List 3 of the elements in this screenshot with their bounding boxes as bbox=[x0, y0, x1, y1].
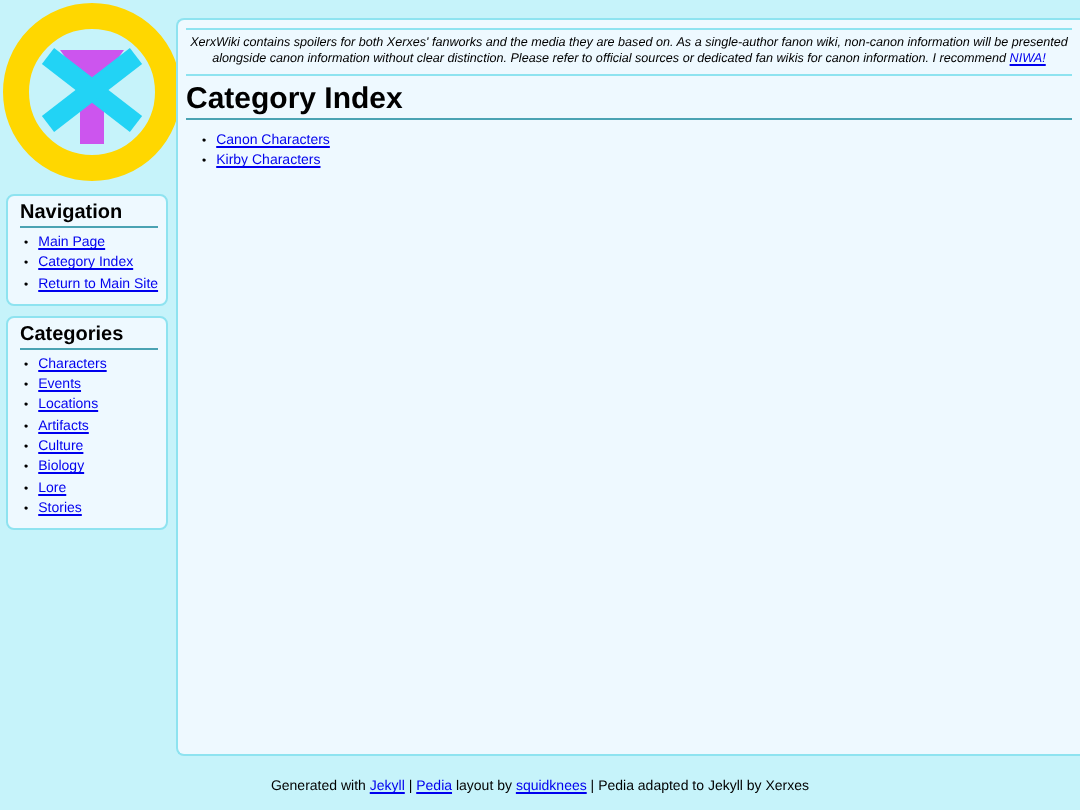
sidebar-heading: Categories bbox=[20, 323, 158, 350]
sidebar-heading: Navigation bbox=[20, 202, 158, 228]
page-title: Category Index bbox=[186, 80, 1072, 120]
